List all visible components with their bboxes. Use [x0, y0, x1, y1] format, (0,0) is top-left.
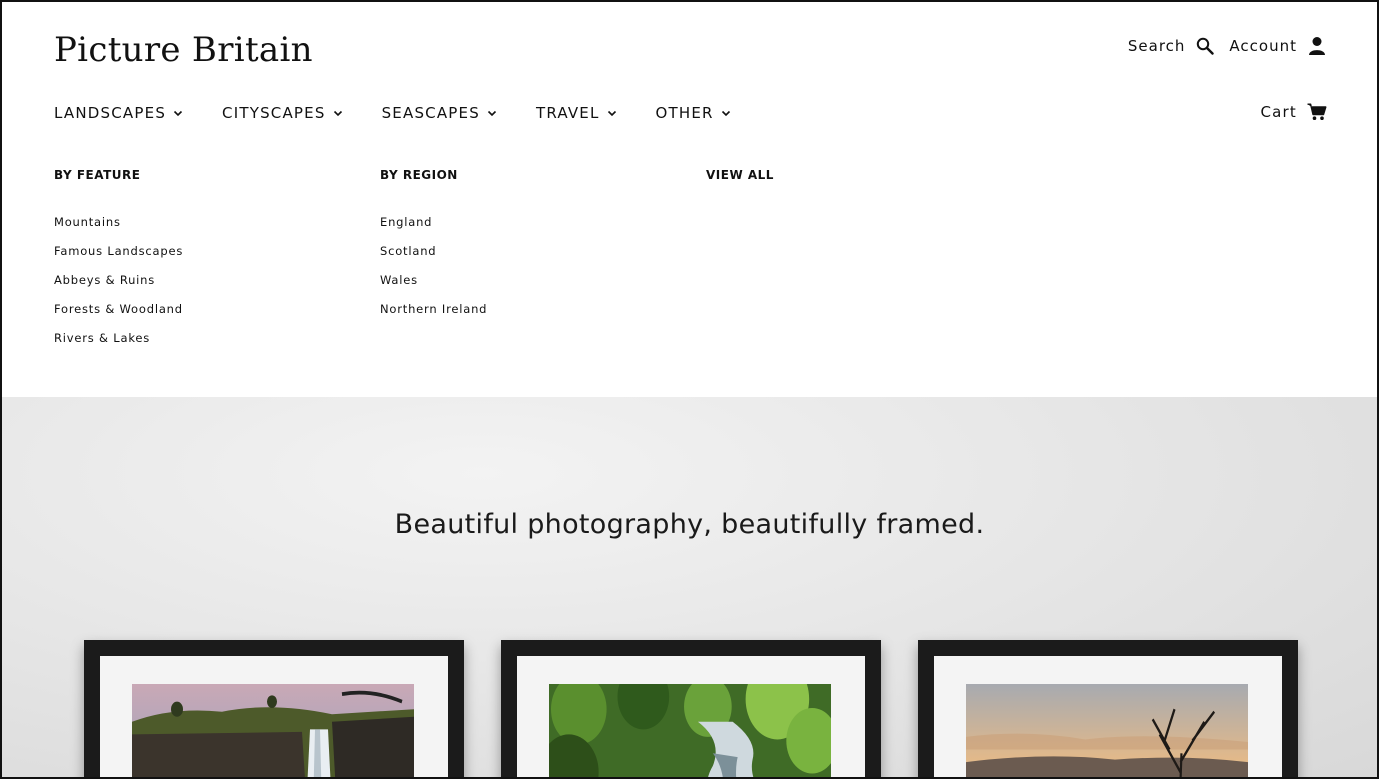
- print-mat: [934, 656, 1282, 779]
- menu-link-northern-ireland[interactable]: Northern Ireland: [380, 295, 487, 324]
- framed-print-waterfall[interactable]: [84, 640, 464, 779]
- mega-col-by-feature: BY FEATURE Mountains Famous Landscapes A…: [54, 168, 183, 353]
- menu-link-scotland[interactable]: Scotland: [380, 237, 487, 266]
- account-label: Account: [1229, 37, 1297, 55]
- nav-item-label: CITYSCAPES: [222, 104, 326, 122]
- chevron-down-icon: [721, 110, 730, 117]
- search-label: Search: [1127, 37, 1186, 55]
- nav-item-other[interactable]: OTHER: [656, 104, 732, 122]
- menu-link-rivers-lakes[interactable]: Rivers & Lakes: [54, 324, 183, 353]
- chevron-down-icon: [333, 110, 342, 117]
- menu-link-wales[interactable]: Wales: [380, 266, 487, 295]
- search-link[interactable]: Search: [1128, 36, 1216, 56]
- photo-forest-river: [549, 684, 831, 779]
- nav-item-label: OTHER: [655, 104, 714, 122]
- chevron-down-icon: [487, 110, 497, 117]
- print-mat: [517, 656, 865, 779]
- menu-link-england[interactable]: England: [380, 208, 487, 237]
- account-link[interactable]: Account: [1229, 36, 1327, 56]
- menu-link-abbeys-ruins[interactable]: Abbeys & Ruins: [54, 266, 183, 295]
- mega-col-by-region: BY REGION England Scotland Wales Norther…: [380, 168, 487, 324]
- main-nav: LANDSCAPES CITYSCAPES SEASCAPES TRAVEL O…: [54, 104, 770, 122]
- search-icon: [1195, 36, 1215, 56]
- nav-item-travel[interactable]: TRAVEL: [536, 104, 618, 122]
- framed-print-sunset-tree[interactable]: [918, 640, 1298, 779]
- cart-label: Cart: [1260, 103, 1297, 121]
- menu-link-mountains[interactable]: Mountains: [54, 208, 183, 237]
- nav-item-label: SEASCAPES: [381, 104, 480, 122]
- nav-item-label: LANDSCAPES: [54, 104, 167, 122]
- cart-link[interactable]: Cart: [1260, 102, 1327, 122]
- print-mat: [100, 656, 448, 779]
- mega-col-title[interactable]: BY FEATURE: [54, 168, 183, 182]
- mega-col-view-all: VIEW ALL: [706, 168, 774, 208]
- menu-link-forests-woodland[interactable]: Forests & Woodland: [54, 295, 183, 324]
- nav-item-landscapes[interactable]: LANDSCAPES: [54, 104, 184, 122]
- menu-link-famous-landscapes[interactable]: Famous Landscapes: [54, 237, 183, 266]
- cart-icon: [1307, 102, 1327, 122]
- nav-item-seascapes[interactable]: SEASCAPES: [382, 104, 498, 122]
- account-icon: [1307, 36, 1327, 56]
- hero-banner: Beautiful photography, beautifully frame…: [0, 397, 1379, 779]
- site-header: Picture Britain Search Account LANDSCAPE…: [0, 0, 1379, 397]
- chevron-down-icon: [607, 110, 616, 117]
- nav-item-cityscapes[interactable]: CITYSCAPES: [222, 104, 344, 122]
- mega-col-title[interactable]: BY REGION: [380, 168, 487, 182]
- site-logo[interactable]: Picture Britain: [54, 30, 313, 70]
- photo-sunset-tree: [966, 684, 1248, 779]
- chevron-down-icon: [173, 110, 183, 117]
- framed-print-forest-river[interactable]: [501, 640, 881, 779]
- hero-tagline: Beautiful photography, beautifully frame…: [394, 509, 985, 540]
- view-all-link[interactable]: VIEW ALL: [706, 168, 774, 182]
- photo-waterfall: [132, 684, 414, 779]
- nav-item-label: TRAVEL: [535, 104, 600, 122]
- utility-nav: Search Account: [1128, 36, 1327, 56]
